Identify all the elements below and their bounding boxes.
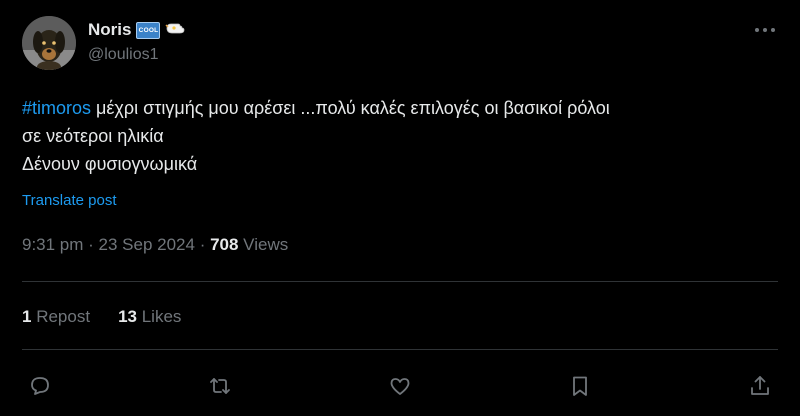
tweet-line-1: #timoros μέχρι στιγμής μου αρέσει ...πολ… bbox=[22, 94, 792, 122]
meta-separator: · bbox=[83, 235, 99, 254]
heart-icon bbox=[390, 378, 410, 395]
divider bbox=[22, 281, 778, 282]
views-label: Views bbox=[238, 235, 289, 254]
more-icon bbox=[755, 28, 775, 32]
views-count: 708 bbox=[210, 235, 239, 254]
likes-label: Likes bbox=[136, 307, 182, 326]
hashtag-link[interactable]: #timoros bbox=[22, 98, 91, 118]
author-name-row: Noris COOL bbox=[88, 19, 187, 41]
post-time[interactable]: 9:31 pm bbox=[22, 235, 83, 254]
likes-count: 13 bbox=[118, 307, 137, 326]
repost-button[interactable] bbox=[204, 370, 236, 402]
tweet-line-3: Δένουν φυσιογνωμικά bbox=[22, 154, 198, 174]
author-handle[interactable]: @loulios1 bbox=[88, 46, 159, 64]
engagement-stats: 1 Repost 13 Likes bbox=[22, 307, 181, 327]
tweet-detail: Noris COOL @loulios1 #timoros μέχρι στιγ… bbox=[0, 0, 800, 416]
reply-icon bbox=[31, 377, 49, 395]
tweet-line-1-text: μέχρι στιγμής μου αρέσει ...πολύ καλές ε… bbox=[91, 98, 610, 118]
cool-badge-icon: COOL bbox=[136, 21, 161, 39]
post-date[interactable]: 23 Sep 2024 bbox=[99, 235, 195, 254]
divider bbox=[22, 349, 778, 350]
bookmark-button[interactable] bbox=[564, 370, 596, 402]
meta-separator: · bbox=[194, 235, 211, 254]
hand-emoji-icon bbox=[165, 19, 187, 42]
reply-button[interactable] bbox=[24, 370, 56, 402]
action-bar bbox=[0, 370, 800, 402]
dog-avatar-icon bbox=[22, 16, 76, 70]
avatar[interactable] bbox=[22, 16, 76, 70]
bookmark-icon bbox=[573, 376, 587, 396]
share-icon bbox=[751, 376, 769, 395]
more-button[interactable] bbox=[752, 20, 778, 40]
reposts-stat[interactable]: 1 Repost bbox=[22, 307, 90, 327]
tweet-text: #timoros μέχρι στιγμής μου αρέσει ...πολ… bbox=[22, 94, 792, 178]
reposts-label: Repost bbox=[31, 307, 91, 326]
like-button[interactable] bbox=[384, 370, 416, 402]
share-button[interactable] bbox=[744, 370, 776, 402]
repost-icon bbox=[210, 378, 230, 394]
tweet-line-2: σε νεότεροι ηλικία bbox=[22, 126, 164, 146]
tweet-meta: 9:31 pm · 23 Sep 2024 · 708 Views bbox=[22, 235, 288, 255]
translate-post-link[interactable]: Translate post bbox=[22, 192, 117, 209]
display-name[interactable]: Noris bbox=[88, 20, 131, 40]
likes-stat[interactable]: 13 Likes bbox=[118, 307, 181, 327]
